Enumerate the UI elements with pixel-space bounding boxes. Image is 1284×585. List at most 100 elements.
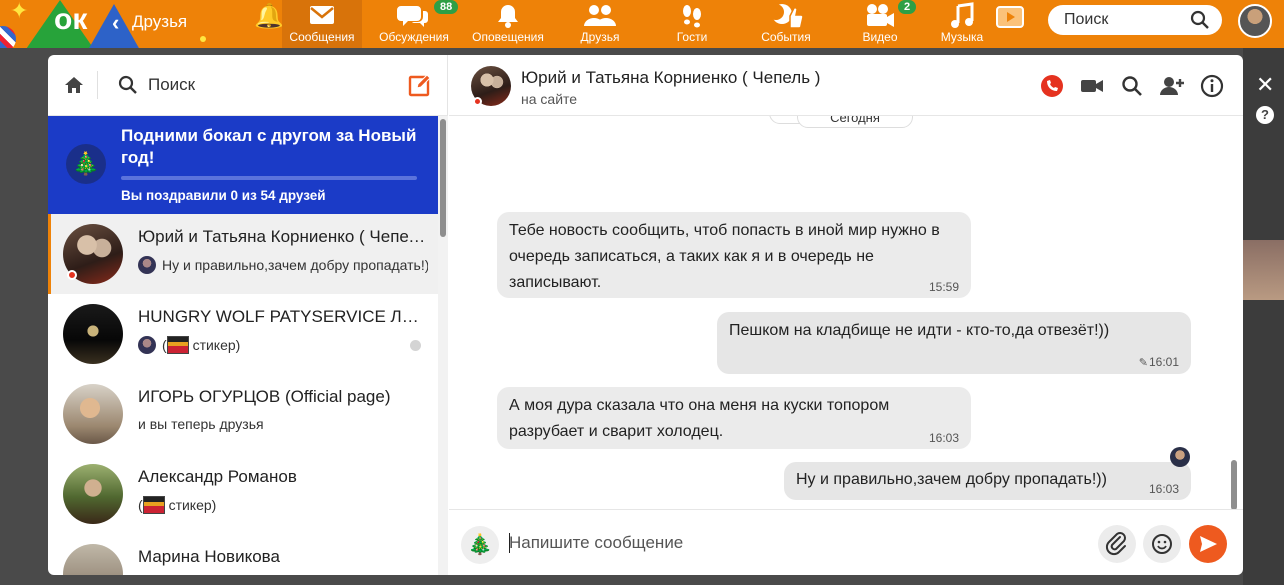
friends-link[interactable]: Друзья <box>132 12 187 32</box>
attach-button[interactable] <box>1098 525 1136 563</box>
online-indicator <box>473 97 482 106</box>
nav-messages[interactable]: Сообщения <box>282 0 362 48</box>
events-badge: 5 <box>768 4 785 20</box>
message-time: ✎16:01 <box>1138 355 1179 369</box>
star-icon: ✦ <box>10 0 29 23</box>
christmas-tree-icon: 🎄 <box>66 144 106 184</box>
chat-list-item[interactable]: Марина Новикова <box>48 534 438 575</box>
chat-preview: и вы теперь друзья <box>138 416 264 432</box>
sender-avatar <box>138 256 156 274</box>
message-time: 16:03 <box>928 431 959 445</box>
ornament-ball <box>0 26 16 48</box>
search-icon[interactable] <box>1190 10 1210 35</box>
chat-list-item[interactable]: ИГОРЬ ОГУРЦОВ (Official page) и вы тепер… <box>48 374 438 454</box>
message-input[interactable] <box>509 524 1089 562</box>
incoming-message[interactable]: А моя дура сказала что она меня на куски… <box>497 387 971 449</box>
promo-progress-bar <box>121 176 417 180</box>
background-image <box>1243 240 1284 300</box>
nav-video[interactable]: 2 Видео <box>844 0 919 48</box>
video-badge: 2 <box>896 0 919 16</box>
chat-list: Юрий и Татьяна Корниенко ( Чепель ) Ну и… <box>48 214 438 575</box>
close-icon[interactable]: ✕ <box>1256 72 1274 98</box>
messenger-window: Поиск 🎄 Подними бокал с другом за Новый … <box>48 55 1243 575</box>
search-icon <box>118 75 138 99</box>
nav-notifications[interactable]: Оповещения <box>466 0 550 48</box>
chat-name: Юрий и Татьяна Корниенко ( Чепель ) <box>138 227 426 246</box>
top-navigation-bar: ✦ ок ‹ Друзья 🔔 Сообщения 88 Обсуждения … <box>0 0 1284 48</box>
nav-music[interactable]: Музыка <box>928 0 996 48</box>
outgoing-message[interactable]: Пешком на кладбище не идти - кто-то,да о… <box>717 312 1191 374</box>
sticker-thumbnail <box>166 336 189 354</box>
home-icon[interactable] <box>64 76 84 99</box>
compose-icon[interactable] <box>408 73 432 102</box>
message-time: 15:59 <box>928 280 959 294</box>
avatar <box>63 304 123 364</box>
chat-preview: Ну и правильно,зачем добру пропадать!)) <box>138 256 428 274</box>
chat-list-item[interactable]: Александр Романов ( стикер) <box>48 454 438 534</box>
christmas-tree-icon[interactable]: 🎄 <box>461 526 499 564</box>
chat-preview: ( стикер) <box>138 336 428 354</box>
chat-list-item[interactable]: HUNGRY WOLF PATYSERVICE Лиза ( стикер) <box>48 294 438 374</box>
text-caret <box>509 533 510 553</box>
info-icon[interactable] <box>1199 73 1225 99</box>
paperclip-icon <box>1105 532 1126 556</box>
decoration-dot <box>200 36 206 42</box>
nav-games[interactable] <box>990 0 1030 48</box>
bell-icon <box>466 0 550 30</box>
send-button[interactable] <box>1189 525 1227 563</box>
avatar <box>63 384 123 444</box>
sidebar-search[interactable]: Поиск <box>118 75 195 100</box>
message-time: 16:03 <box>1148 482 1179 496</box>
chat-name: Марина Новикова <box>138 547 280 566</box>
online-status: на сайте <box>521 91 578 107</box>
envelope-icon <box>282 0 362 30</box>
add-user-icon[interactable] <box>1159 73 1185 99</box>
search-icon[interactable] <box>1119 73 1145 99</box>
chevron-left-icon[interactable]: ‹ <box>112 10 119 36</box>
top-search-input[interactable]: Поиск <box>1048 5 1222 35</box>
play-icon <box>990 0 1030 30</box>
message-composer: 🎄 <box>449 509 1243 575</box>
conversation-title[interactable]: Юрий и Татьяна Корниенко ( Чепель ) <box>521 68 820 88</box>
outgoing-message[interactable]: Ну и правильно,зачем добру пропадать!)) … <box>784 462 1191 500</box>
chat-preview: ( стикер) <box>138 496 217 514</box>
chat-name: Александр Романов <box>138 467 297 486</box>
avatar <box>63 544 123 575</box>
sticker-thumbnail <box>142 496 165 514</box>
chat-list-item[interactable]: Юрий и Татьяна Корниенко ( Чепель ) Ну и… <box>48 214 438 294</box>
nav-events[interactable]: 5 События <box>750 0 822 48</box>
smile-icon <box>1152 534 1172 554</box>
online-indicator <box>67 270 77 280</box>
promo-title: Подними бокал с другом за Новый год! <box>121 126 417 167</box>
help-icon[interactable]: ? <box>1256 106 1274 124</box>
page-background <box>1243 48 1284 585</box>
conversation-header: Юрий и Татьяна Корниенко ( Чепель ) на с… <box>449 55 1243 116</box>
avatar <box>63 464 123 524</box>
user-avatar[interactable] <box>1238 4 1272 38</box>
new-year-promo-banner[interactable]: 🎄 Подними бокал с другом за Новый год! В… <box>48 116 438 214</box>
holiday-decoration: ✦ ок ‹ Друзья <box>0 0 240 48</box>
discussions-badge: 88 <box>432 0 461 16</box>
conversation-scrollbar-thumb[interactable] <box>1231 460 1237 510</box>
date-separator: Сегодня <box>797 116 913 128</box>
incoming-message[interactable]: Тебе новость сообщить, чтоб попасть в ин… <box>497 212 971 298</box>
nav-guests[interactable]: Гости <box>656 0 728 48</box>
chat-name: ИГОРЬ ОГУРЦОВ (Official page) <box>138 387 391 406</box>
conversation-pane: Юрий и Татьяна Корниенко ( Чепель ) на с… <box>449 55 1243 575</box>
send-icon <box>1200 536 1217 552</box>
divider <box>97 71 98 99</box>
unread-indicator <box>410 340 421 351</box>
ok-logo[interactable]: ок <box>54 2 87 38</box>
friends-icon <box>564 0 636 30</box>
sidebar-scrollbar-thumb[interactable] <box>440 119 446 237</box>
sender-avatar <box>138 336 156 354</box>
chat-sidebar: Поиск 🎄 Подними бокал с другом за Новый … <box>48 55 448 575</box>
video-call-icon[interactable] <box>1079 73 1105 99</box>
message-history: Сегодня Тебе новость сообщить, чтоб попа… <box>449 116 1243 509</box>
nav-friends[interactable]: Друзья <box>564 0 636 48</box>
phone-call-icon[interactable] <box>1039 73 1065 99</box>
footprints-icon <box>656 0 728 30</box>
nav-discussions[interactable]: 88 Обсуждения <box>374 0 461 48</box>
emoji-button[interactable] <box>1143 525 1181 563</box>
christmas-bell-icon: 🔔 <box>254 3 284 30</box>
